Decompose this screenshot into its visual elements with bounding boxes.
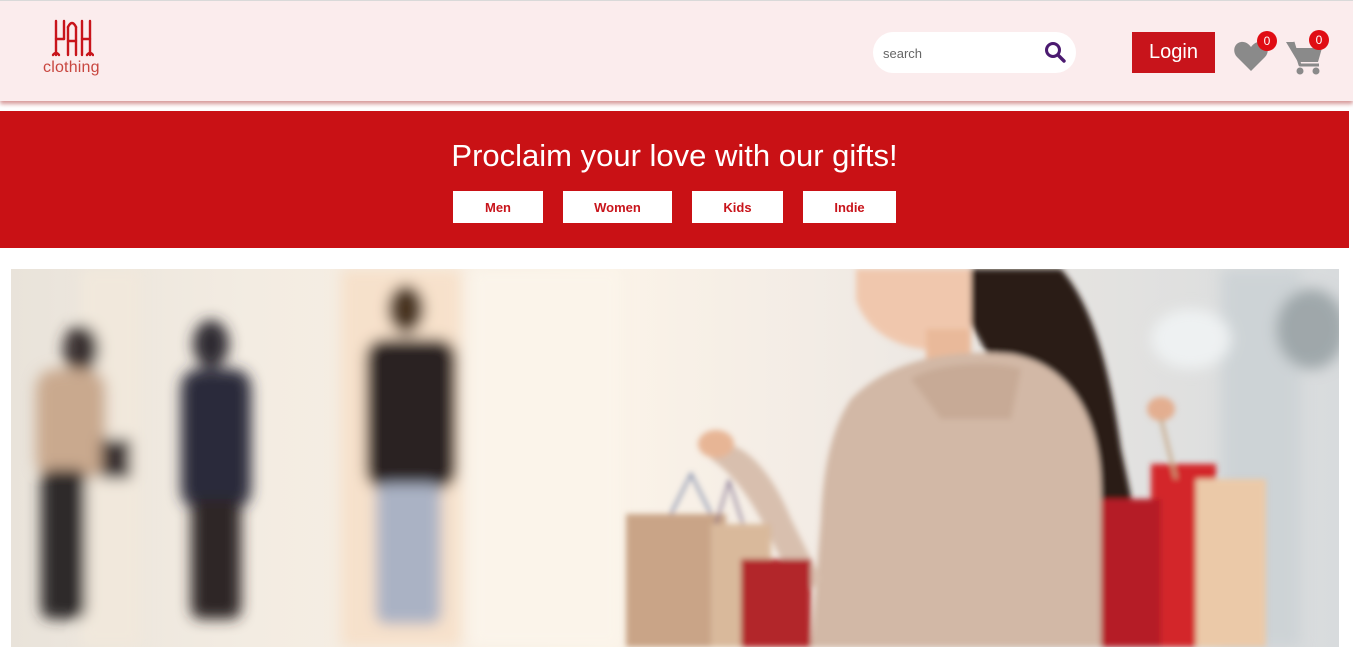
logo[interactable]: clothing	[40, 17, 110, 81]
category-indie-button[interactable]: Indie	[803, 191, 896, 223]
logo-text: clothing	[43, 59, 100, 76]
search-icon[interactable]	[1044, 41, 1066, 63]
site-header: clothing Login 0 0	[0, 0, 1353, 101]
wishlist-count-badge: 0	[1257, 31, 1277, 51]
cart-count-badge: 0	[1309, 30, 1329, 50]
category-men-button[interactable]: Men	[453, 191, 543, 223]
login-button[interactable]: Login	[1132, 32, 1215, 73]
logo-icon	[51, 19, 94, 57]
search-box	[873, 32, 1076, 73]
cart-button[interactable]: 0	[1285, 30, 1329, 76]
banner-title: Proclaim your love with our gifts!	[451, 138, 898, 173]
category-kids-button[interactable]: Kids	[692, 191, 783, 223]
promo-banner: Proclaim your love with our gifts! Men W…	[0, 111, 1349, 248]
category-women-button[interactable]: Women	[563, 191, 672, 223]
hero-illustration	[36, 269, 1339, 647]
search-input[interactable]	[883, 42, 1033, 64]
wishlist-button[interactable]: 0	[1233, 31, 1277, 73]
hero-image	[11, 269, 1339, 647]
